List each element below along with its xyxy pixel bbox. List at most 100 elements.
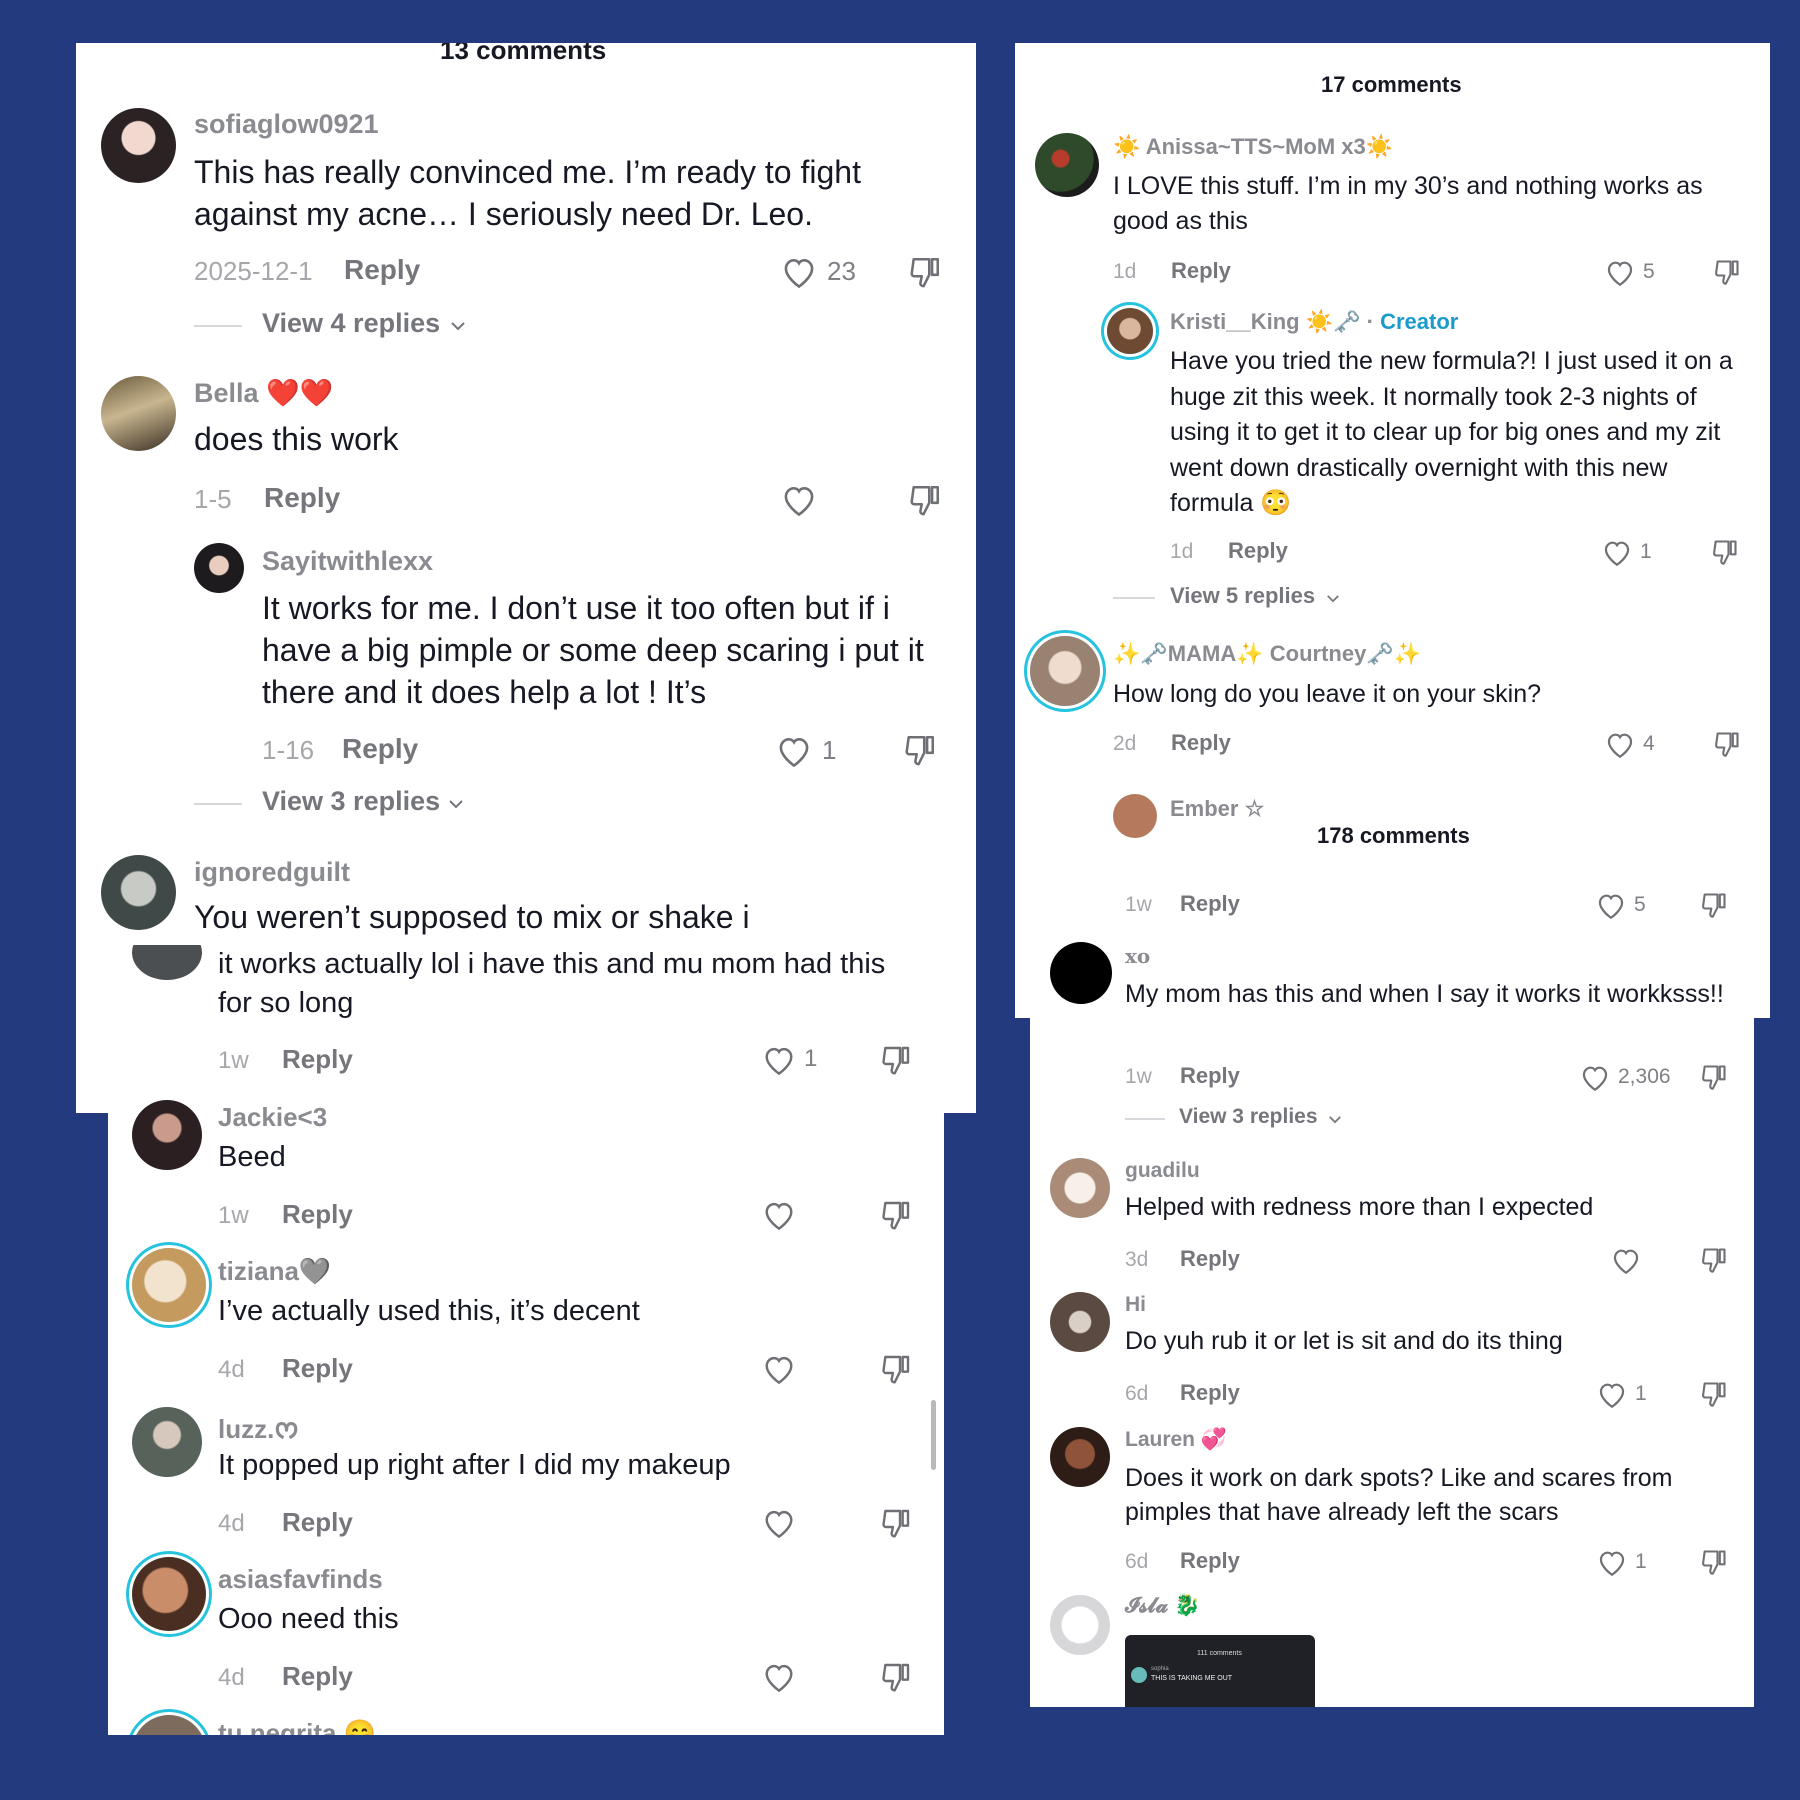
video-thumbnail[interactable]: 111 comments sophia THIS IS TAKING ME OU… (1125, 1635, 1315, 1707)
dislike-icon[interactable] (880, 1661, 912, 1693)
avatar[interactable] (1050, 1158, 1110, 1218)
avatar[interactable] (132, 945, 202, 980)
comments-count-title: 178 comments (1317, 823, 1470, 848)
comment-text: Helped with redness more than I expected (1125, 1193, 1594, 1221)
like-heart-icon[interactable] (762, 1354, 796, 1385)
dislike-icon[interactable] (903, 733, 937, 767)
avatar[interactable] (1107, 308, 1153, 354)
reply-button[interactable]: Reply (1171, 258, 1231, 284)
reply-button[interactable]: Reply (1180, 1246, 1240, 1272)
avatar[interactable] (101, 108, 176, 183)
comment-username[interactable]: luzz.ᰔ (218, 1410, 299, 1450)
dislike-icon[interactable] (1700, 1380, 1728, 1408)
dislike-icon[interactable] (1713, 730, 1741, 758)
avatar[interactable] (1030, 636, 1100, 706)
dislike-icon[interactable] (908, 483, 942, 517)
comment-date: 1d (1170, 540, 1194, 563)
reply-button[interactable]: Reply (264, 482, 340, 514)
dislike-icon[interactable] (880, 1507, 912, 1539)
avatar[interactable] (1035, 133, 1099, 197)
avatar[interactable] (1050, 1427, 1110, 1487)
dislike-icon[interactable] (1700, 1063, 1728, 1091)
like-heart-icon[interactable] (776, 735, 812, 768)
reply-button[interactable]: Reply (282, 1199, 353, 1230)
comment-username[interactable]: ✨🗝️MAMA✨ Courtney🗝️✨ (1113, 641, 1421, 667)
reply-button[interactable]: Reply (282, 1353, 353, 1384)
dislike-icon[interactable] (1711, 538, 1739, 566)
like-heart-icon[interactable] (1611, 1247, 1641, 1275)
avatar[interactable] (1050, 942, 1112, 1004)
comment-username[interactable]: sofiaglow0921 (194, 109, 379, 140)
comment-username[interactable]: Lauren 💞 (1125, 1428, 1227, 1452)
like-heart-icon[interactable] (762, 1508, 796, 1539)
reply-button[interactable]: Reply (282, 1044, 353, 1075)
like-heart-icon[interactable] (1596, 892, 1626, 920)
dislike-icon[interactable] (1700, 1548, 1728, 1576)
comments-count-title: 13 comments (440, 43, 607, 65)
like-heart-icon[interactable] (781, 256, 817, 289)
avatar[interactable] (1050, 1595, 1110, 1655)
comment-username[interactable]: Kristi__King ☀️🗝️ · Creator (1170, 309, 1458, 335)
view-replies-button[interactable]: View 5 replies (1170, 583, 1315, 609)
comment-username[interactable]: 𝓘𝓼𝓵𝓪 🐉 (1125, 1594, 1200, 1618)
avatar[interactable] (1113, 794, 1157, 838)
reply-button[interactable]: Reply (1180, 891, 1240, 917)
avatar[interactable] (132, 1248, 206, 1322)
like-heart-icon[interactable] (762, 1200, 796, 1231)
dislike-icon[interactable] (908, 255, 942, 289)
avatar[interactable] (101, 376, 176, 451)
like-heart-icon[interactable] (1597, 1549, 1627, 1577)
view-replies-button[interactable]: View 3 replies (262, 786, 440, 817)
comment-username[interactable]: ☀️ Anissa~TTS~MoM x3☀️ (1113, 134, 1393, 160)
comment-username[interactable]: guadilu (1125, 1159, 1200, 1183)
view-replies-button[interactable]: View 3 replies (1179, 1105, 1318, 1129)
comment-text: It works for me. I don’t use it too ofte… (262, 590, 924, 710)
avatar[interactable] (132, 1557, 206, 1631)
dislike-icon[interactable] (880, 1199, 912, 1231)
reply-button[interactable]: Reply (282, 1661, 353, 1692)
smile-emoji: 😄 (343, 1718, 377, 1735)
avatar[interactable] (1050, 1292, 1110, 1352)
comment-username[interactable]: Jackie<3 (218, 1102, 327, 1133)
dislike-icon[interactable] (1713, 258, 1741, 286)
like-heart-icon[interactable] (1597, 1381, 1627, 1409)
like-heart-icon[interactable] (781, 484, 817, 517)
dislike-icon[interactable] (1700, 1246, 1728, 1274)
dislike-icon[interactable] (880, 1044, 912, 1076)
avatar[interactable] (194, 543, 244, 593)
reply-button[interactable]: Reply (282, 1507, 353, 1538)
avatar[interactable] (132, 1100, 202, 1170)
reply-button[interactable]: Reply (1228, 538, 1288, 564)
avatar[interactable] (132, 1407, 202, 1477)
comment-text: Beed (218, 1141, 286, 1173)
view-replies-button[interactable]: View 4 replies (262, 308, 440, 339)
reply-button[interactable]: Reply (1180, 1063, 1240, 1089)
scrollbar[interactable] (931, 1400, 936, 1470)
comment-date: 6d (1125, 1382, 1149, 1405)
comment-username[interactable]: Sayitwithlexx (262, 546, 433, 577)
comment-username[interactable]: tiziana🩶 (218, 1256, 331, 1287)
reply-button[interactable]: Reply (1171, 730, 1231, 756)
comment-username[interactable]: Bella ❤️❤️ (194, 377, 333, 409)
avatar[interactable] (132, 1715, 206, 1735)
dislike-icon[interactable] (880, 1353, 912, 1385)
comment-username[interactable]: ignoredguilt (194, 857, 350, 888)
comment-username[interactable]: xo (1125, 944, 1150, 968)
comment-username[interactable]: Ember ☆ (1170, 796, 1264, 822)
like-heart-icon[interactable] (762, 1045, 796, 1076)
comment-username[interactable]: Hi (1125, 1293, 1146, 1317)
like-heart-icon[interactable] (1580, 1064, 1610, 1092)
like-heart-icon[interactable] (1605, 731, 1635, 759)
comment-text: How long do you leave it on your skin? (1113, 680, 1542, 708)
comment-username[interactable]: tu negrita 😄 (218, 1718, 376, 1735)
like-heart-icon[interactable] (1605, 259, 1635, 287)
dislike-icon[interactable] (1700, 891, 1728, 919)
reply-button[interactable]: Reply (344, 254, 420, 286)
reply-button[interactable]: Reply (342, 733, 418, 765)
reply-button[interactable]: Reply (1180, 1380, 1240, 1406)
comment-username[interactable]: asiasfavfinds (218, 1564, 383, 1595)
like-heart-icon[interactable] (762, 1662, 796, 1693)
avatar[interactable] (101, 855, 176, 930)
like-heart-icon[interactable] (1602, 539, 1632, 567)
reply-button[interactable]: Reply (1180, 1548, 1240, 1574)
